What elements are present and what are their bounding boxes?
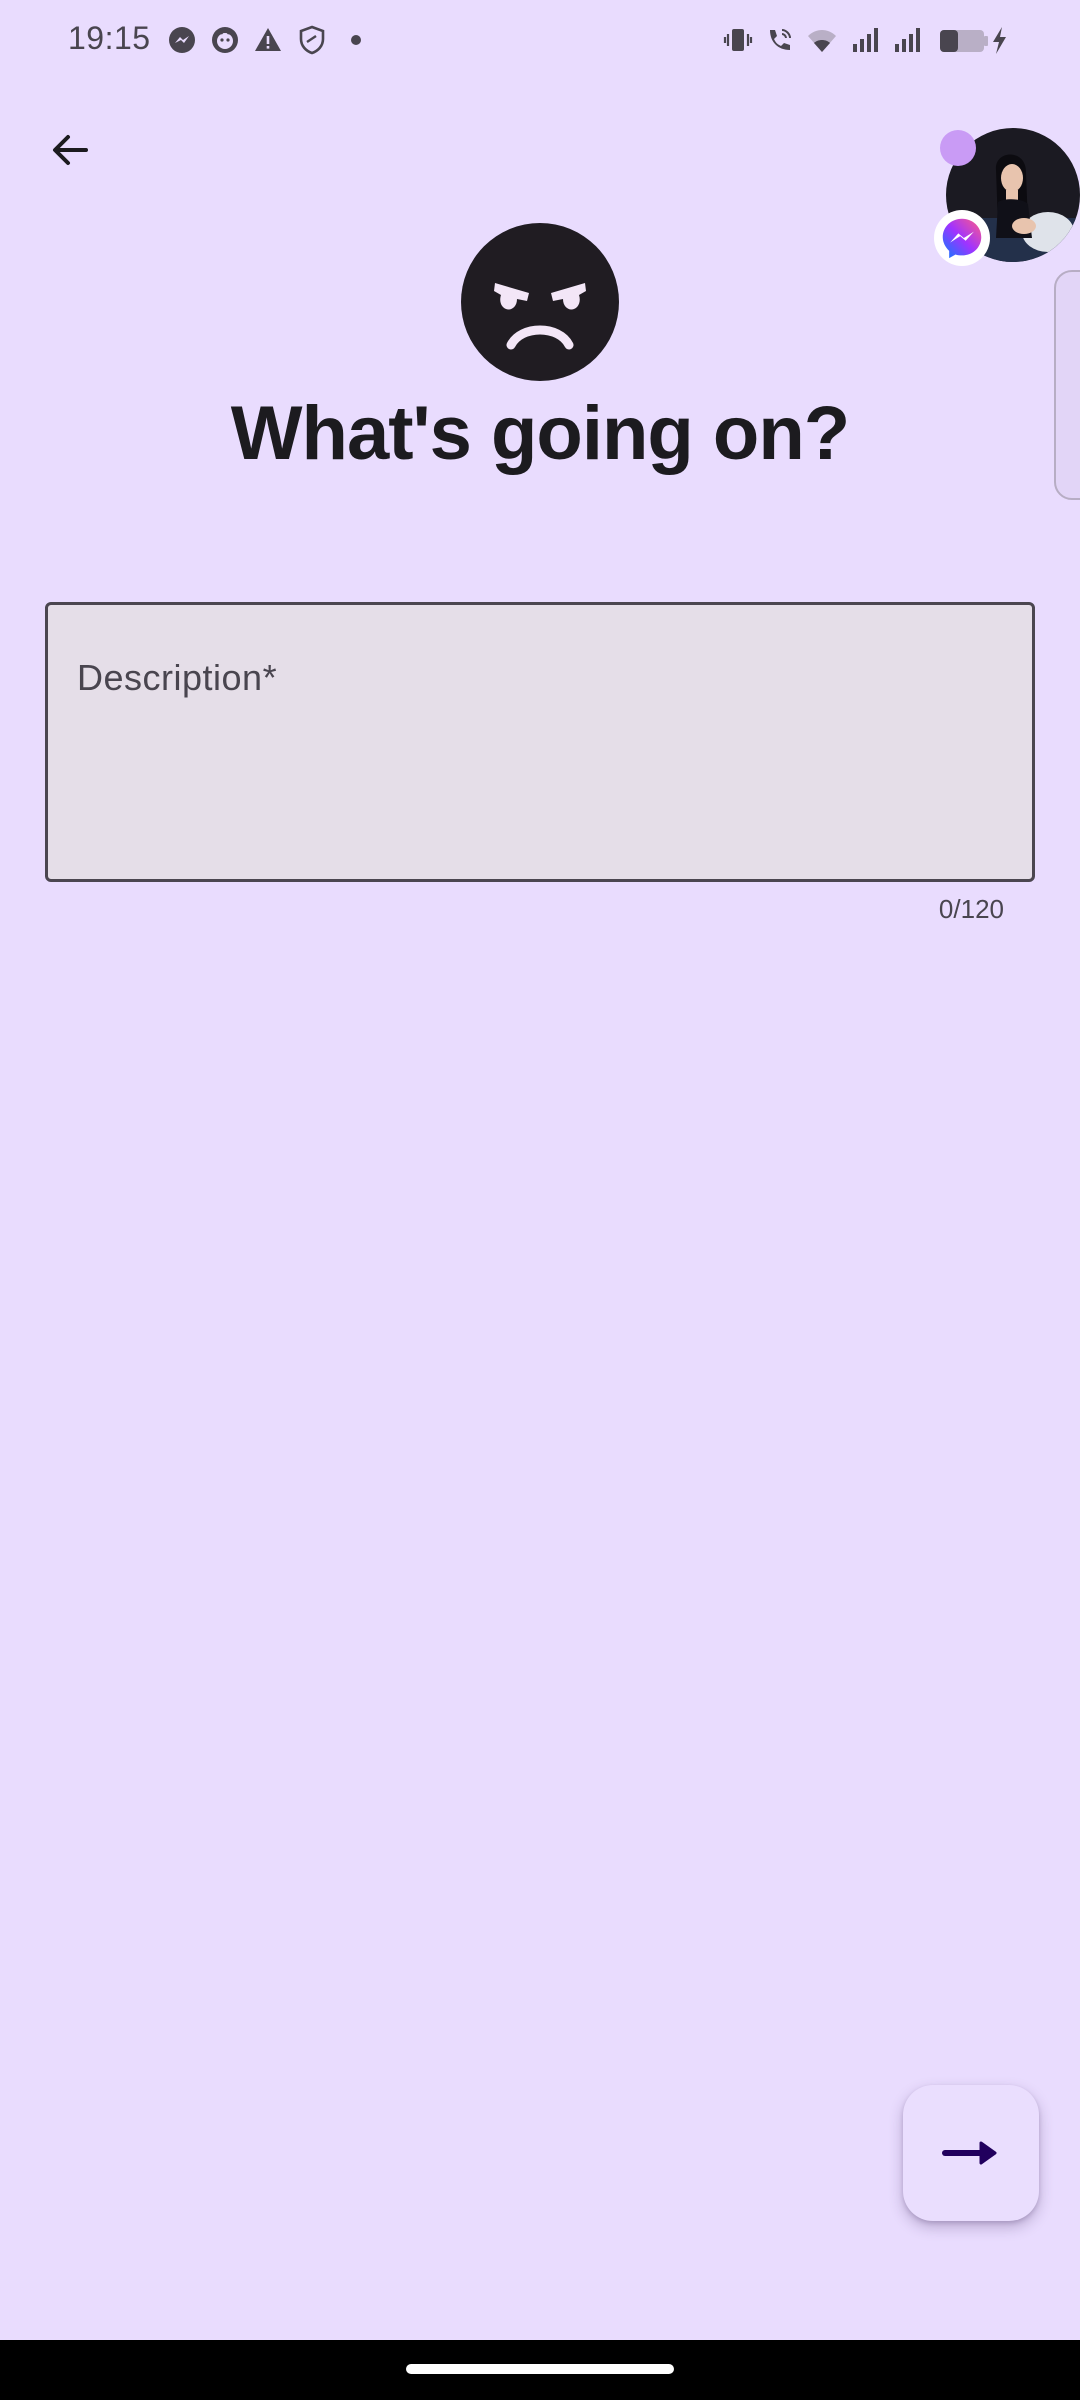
- signal-icon: [850, 24, 882, 56]
- char-counter: 0/120: [938, 894, 1004, 924]
- status-bar: 19:15: [0, 0, 1080, 84]
- wifi-call-icon: [764, 24, 796, 56]
- navigation-bar: [0, 2340, 1080, 2400]
- home-gesture-handle[interactable]: [406, 2364, 674, 2374]
- shield-icon: [296, 24, 328, 56]
- messenger-icon: [934, 210, 990, 266]
- arrow-left-icon: [46, 126, 94, 174]
- angry-face-icon: [461, 223, 619, 381]
- warning-icon: [252, 24, 284, 56]
- next-button[interactable]: [903, 2085, 1039, 2221]
- battery-charging-icon: [938, 24, 1010, 56]
- page-title: What's going on?: [230, 391, 850, 476]
- unread-dot: [940, 130, 976, 166]
- wifi-icon: [806, 24, 838, 56]
- arrow-right-icon: [941, 2133, 1001, 2173]
- description-field[interactable]: Description*: [45, 602, 1035, 882]
- dot-icon: [340, 24, 372, 56]
- chat-head-bubble[interactable]: [934, 126, 1080, 266]
- status-time: 19:15: [68, 20, 151, 56]
- cat-app-icon: [209, 24, 241, 56]
- vibrate-icon: [722, 24, 754, 56]
- signal-icon: [892, 24, 924, 56]
- back-button[interactable]: [36, 116, 104, 184]
- description-placeholder: Description*: [77, 657, 278, 698]
- messenger-icon: [166, 24, 198, 56]
